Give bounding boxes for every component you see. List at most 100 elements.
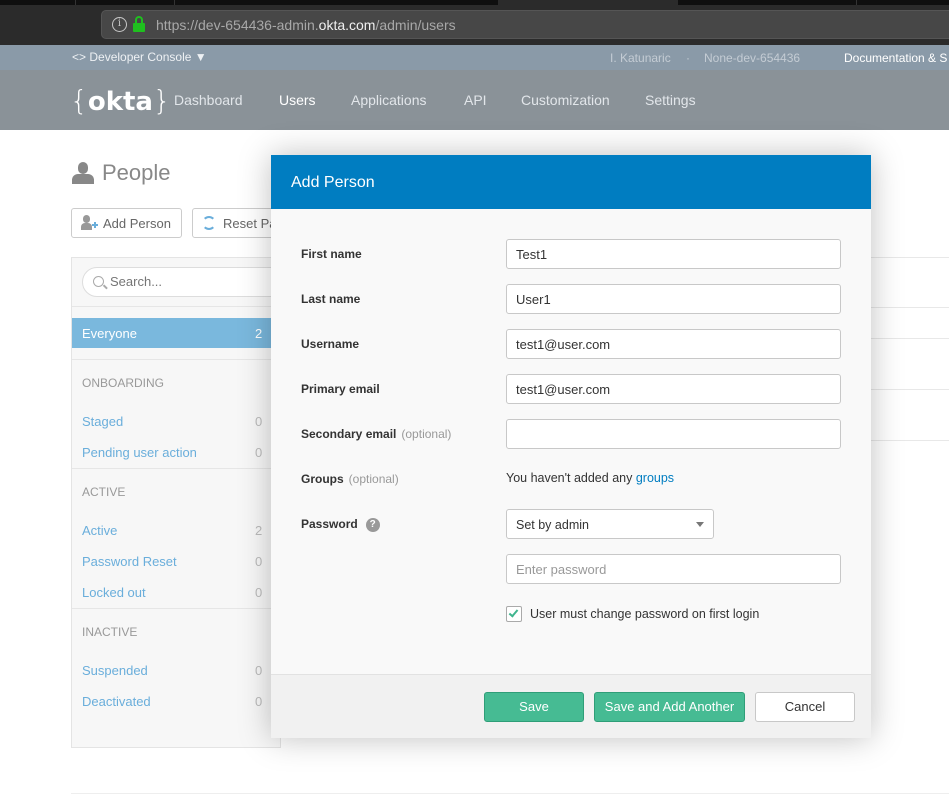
- divider: [72, 468, 282, 469]
- checkmark-icon: [508, 607, 519, 618]
- filter-locked-out[interactable]: Locked out: [82, 585, 146, 600]
- lock-icon: [133, 16, 145, 32]
- add-person-dialog: Add Person First name Last name Username…: [271, 155, 871, 738]
- nav-settings[interactable]: Settings: [645, 92, 696, 108]
- password-label: Password?: [301, 517, 380, 532]
- help-icon[interactable]: ?: [365, 517, 380, 532]
- cancel-button[interactable]: Cancel: [755, 692, 855, 722]
- divider: [72, 306, 282, 307]
- optional-tag: (optional): [401, 427, 452, 441]
- secondary-email-label: Secondary email (optional): [301, 427, 451, 441]
- filter-count: 0: [255, 445, 263, 460]
- filter-staged[interactable]: Staged: [82, 414, 123, 429]
- section-heading-active: ACTIVE: [82, 485, 126, 499]
- url-host: okta.com: [318, 17, 376, 33]
- filter-count: 0: [255, 585, 263, 600]
- table-line: [871, 389, 949, 390]
- page-title: People: [72, 160, 171, 186]
- filter-count: 0: [255, 554, 263, 569]
- change-password-checkbox-row[interactable]: User must change password on first login: [506, 606, 759, 622]
- filter-password-reset[interactable]: Password Reset: [82, 554, 177, 569]
- footer-divider: [71, 793, 949, 794]
- filter-count: 0: [255, 414, 263, 429]
- change-password-label[interactable]: User must change password on first login: [530, 607, 759, 621]
- first-name-label: First name: [301, 247, 362, 261]
- groups-text: You haven't added any groups: [506, 471, 674, 485]
- filter-active[interactable]: Active: [82, 523, 117, 538]
- developer-bar: <> Developer Console ▼ I. Katunaric · No…: [0, 45, 949, 70]
- filter-count: 2: [255, 326, 263, 341]
- groups-label: Groups (optional): [301, 472, 399, 486]
- filter-count: 0: [255, 694, 263, 709]
- user-name[interactable]: I. Katunaric: [610, 51, 671, 65]
- filter-deactivated[interactable]: Deactivated: [82, 694, 151, 709]
- browser-toolbar: i https://dev-654436-admin.okta.com/admi…: [0, 5, 949, 45]
- first-name-input[interactable]: [506, 239, 841, 269]
- secondary-email-label-text: Secondary email: [301, 427, 397, 441]
- page-title-text: People: [102, 160, 171, 185]
- okta-logo[interactable]: {okta}: [70, 84, 171, 117]
- url-path: /admin/users: [375, 17, 456, 33]
- password-input[interactable]: [506, 554, 841, 584]
- reset-password-label: Reset Pa: [223, 215, 277, 231]
- url-text[interactable]: https://dev-654436-admin.okta.com/admin/…: [156, 17, 456, 33]
- password-mode-select[interactable]: Set by admin: [506, 509, 714, 539]
- primary-email-input[interactable]: [506, 374, 841, 404]
- dialog-title: Add Person: [291, 174, 375, 191]
- filter-count: 0: [255, 663, 263, 678]
- chevron-down-icon: [696, 522, 704, 527]
- nav-dashboard[interactable]: Dashboard: [174, 92, 243, 108]
- filter-pending-user-action[interactable]: Pending user action: [82, 445, 197, 460]
- filter-count: 2: [255, 523, 263, 538]
- secondary-email-input[interactable]: [506, 419, 841, 449]
- change-password-checkbox[interactable]: [506, 606, 522, 622]
- divider: [72, 608, 282, 609]
- add-person-button[interactable]: Add Person: [71, 208, 182, 238]
- url-prefix: https://dev-654436-admin.: [156, 17, 319, 33]
- divider: [72, 359, 282, 360]
- save-and-add-another-button[interactable]: Save and Add Another: [594, 692, 745, 722]
- search-icon: [93, 276, 104, 287]
- search-input[interactable]: [110, 274, 270, 289]
- table-line: [871, 440, 949, 441]
- groups-empty-text: You haven't added any: [506, 471, 636, 485]
- primary-email-label: Primary email: [301, 382, 380, 396]
- password-mode-value: Set by admin: [516, 518, 589, 532]
- documentation-link[interactable]: Documentation & S: [844, 51, 947, 65]
- last-name-input[interactable]: [506, 284, 841, 314]
- filter-label: Everyone: [82, 326, 137, 341]
- groups-label-text: Groups: [301, 472, 344, 486]
- add-person-label: Add Person: [103, 215, 171, 231]
- people-filter-sidebar: Everyone 2 ONBOARDING Staged 0 Pending u…: [71, 257, 302, 748]
- table-line: [871, 338, 949, 339]
- username-input[interactable]: [506, 329, 841, 359]
- logo-text: okta: [87, 87, 153, 117]
- password-label-text: Password: [301, 517, 358, 531]
- nav-customization[interactable]: Customization: [521, 92, 610, 108]
- nav-api[interactable]: API: [464, 92, 487, 108]
- section-heading-inactive: INACTIVE: [82, 625, 138, 639]
- add-groups-link[interactable]: groups: [636, 471, 674, 485]
- main-navigation: {okta} Dashboard Users Applications API …: [0, 70, 949, 130]
- address-bar[interactable]: i https://dev-654436-admin.okta.com/admi…: [101, 10, 949, 39]
- dialog-header: Add Person: [271, 155, 871, 209]
- table-line: [871, 307, 949, 308]
- nav-users[interactable]: Users: [279, 92, 316, 108]
- section-heading-onboarding: ONBOARDING: [82, 376, 165, 390]
- person-icon: [72, 162, 94, 184]
- table-line: [871, 257, 949, 258]
- optional-tag: (optional): [348, 472, 399, 486]
- nav-applications[interactable]: Applications: [351, 92, 427, 108]
- username-label: Username: [301, 337, 360, 351]
- refresh-icon: [202, 216, 216, 230]
- org-name: None-dev-654436: [704, 51, 801, 65]
- save-button[interactable]: Save: [484, 692, 584, 722]
- info-icon[interactable]: i: [112, 17, 127, 32]
- add-person-icon: [81, 215, 98, 231]
- developer-console-dropdown[interactable]: <> Developer Console ▼: [72, 50, 207, 64]
- separator-dot: ·: [686, 51, 690, 65]
- filter-suspended[interactable]: Suspended: [82, 663, 148, 678]
- search-field[interactable]: [82, 267, 302, 297]
- dialog-footer: Save Save and Add Another Cancel: [271, 674, 871, 738]
- filter-everyone[interactable]: Everyone 2: [72, 318, 282, 348]
